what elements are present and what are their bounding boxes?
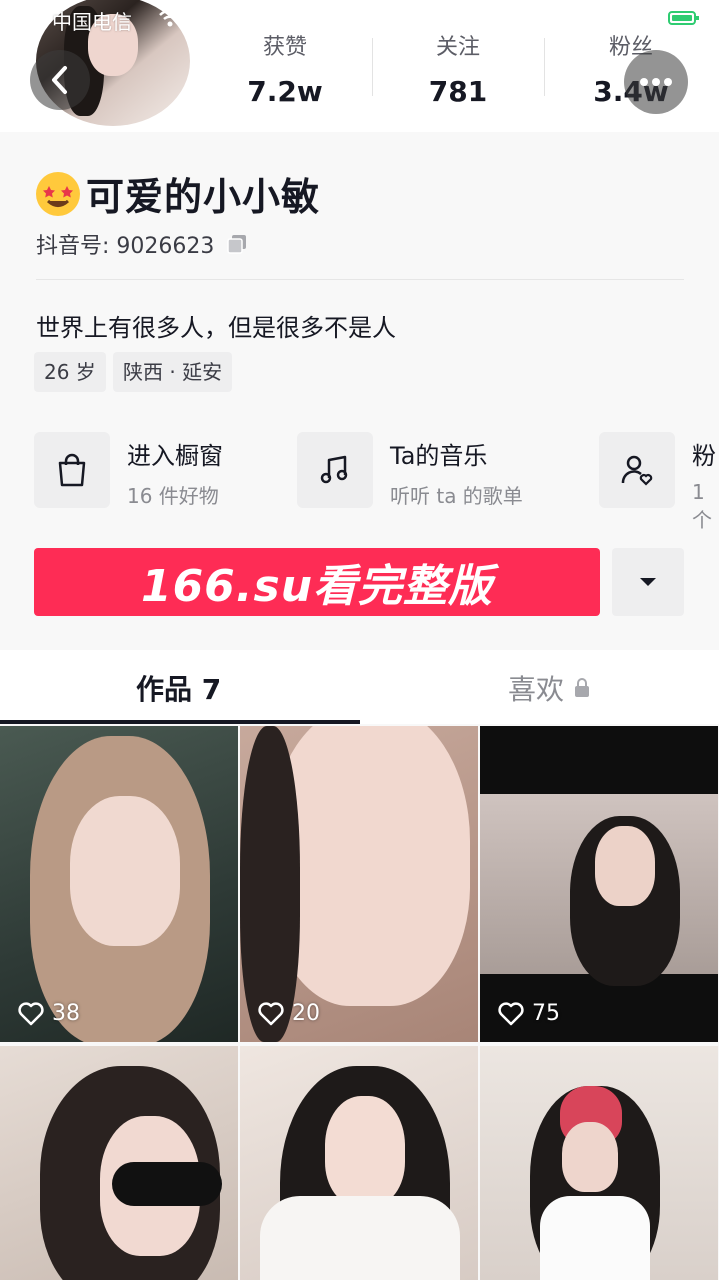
more-dots-icon — [640, 78, 672, 86]
music-button[interactable] — [297, 432, 373, 508]
stat-likes-label: 获赞 — [262, 35, 307, 60]
wifi-icon — [159, 9, 181, 27]
douyin-id: 抖音号: 9026623 — [36, 228, 248, 260]
caret-down-icon — [640, 578, 656, 586]
shop-window-title[interactable]: 进入橱窗 — [127, 436, 223, 471]
stat-divider — [544, 38, 545, 96]
profile-bio: 世界上有很多人，但是很多不是人 — [36, 314, 396, 342]
video-likes-count: 20 — [292, 1001, 320, 1026]
video-thumbnail[interactable]: 75 — [480, 726, 718, 1042]
fans-group-subtitle: 1个 — [692, 480, 712, 532]
shop-window-subtitle: 16 件好物 — [127, 484, 219, 508]
copy-icon[interactable] — [226, 233, 248, 255]
sunglasses-sticker — [112, 1162, 222, 1206]
shopping-bag-icon — [58, 453, 86, 487]
stat-following[interactable]: 关注 781 — [378, 32, 538, 114]
watch-full-label: 166.su看完整版 — [140, 561, 494, 612]
more-button[interactable] — [624, 50, 688, 114]
heart-icon — [18, 1001, 44, 1025]
stat-followers-label: 粉丝 — [608, 35, 653, 60]
music-note-icon — [320, 455, 348, 484]
tab-likes-label: 喜欢 — [508, 673, 565, 706]
profile-name-text: 可爱的小小敏 — [86, 175, 321, 219]
video-thumbnail[interactable] — [480, 1046, 718, 1280]
battery-icon — [668, 11, 699, 25]
video-thumbnail[interactable] — [240, 1046, 478, 1280]
stat-likes[interactable]: 获赞 7.2w — [205, 32, 365, 114]
fans-group-title[interactable]: 粉 — [692, 436, 716, 471]
chevron-left-icon — [52, 66, 67, 94]
location-tag: 陕西 · 延安 — [113, 352, 233, 392]
back-button[interactable] — [30, 50, 90, 110]
tab-active-indicator — [0, 720, 360, 724]
lock-icon — [575, 678, 590, 697]
stat-likes-value: 7.2w — [247, 75, 323, 108]
stat-following-value: 781 — [428, 75, 488, 108]
star-struck-emoji-icon — [36, 171, 80, 216]
video-likes-count: 38 — [52, 1001, 80, 1026]
video-likes: 75 — [498, 1001, 560, 1026]
carrier-label: 中国电信 — [52, 10, 132, 34]
user-heart-icon — [621, 455, 653, 486]
video-thumbnail[interactable] — [0, 1046, 238, 1280]
profile-name: 可爱的小小敏 — [36, 166, 320, 221]
divider — [36, 279, 684, 280]
video-thumbnail[interactable]: 20 — [240, 726, 478, 1042]
shop-window-button[interactable] — [34, 432, 110, 508]
stat-divider — [372, 38, 373, 96]
fans-group-button[interactable] — [599, 432, 675, 508]
music-subtitle: 听听 ta 的歌单 — [390, 484, 523, 508]
douyin-id-text: 抖音号: 9026623 — [36, 234, 215, 259]
video-thumbnail[interactable]: 38 — [0, 726, 238, 1042]
video-likes: 38 — [18, 1001, 80, 1026]
watch-full-button[interactable]: 166.su看完整版 — [34, 548, 600, 616]
age-tag: 26 岁 — [34, 352, 106, 392]
music-title[interactable]: Ta的音乐 — [390, 436, 487, 471]
dropdown-button[interactable] — [612, 548, 684, 616]
heart-icon — [498, 1001, 524, 1025]
video-likes: 20 — [258, 1001, 320, 1026]
stat-following-label: 关注 — [435, 35, 480, 60]
heart-icon — [258, 1001, 284, 1025]
tab-bar — [0, 650, 719, 724]
tab-works[interactable]: 作品 7 — [136, 668, 221, 708]
video-likes-count: 75 — [532, 1001, 560, 1026]
tab-likes[interactable]: 喜欢 — [508, 668, 590, 708]
